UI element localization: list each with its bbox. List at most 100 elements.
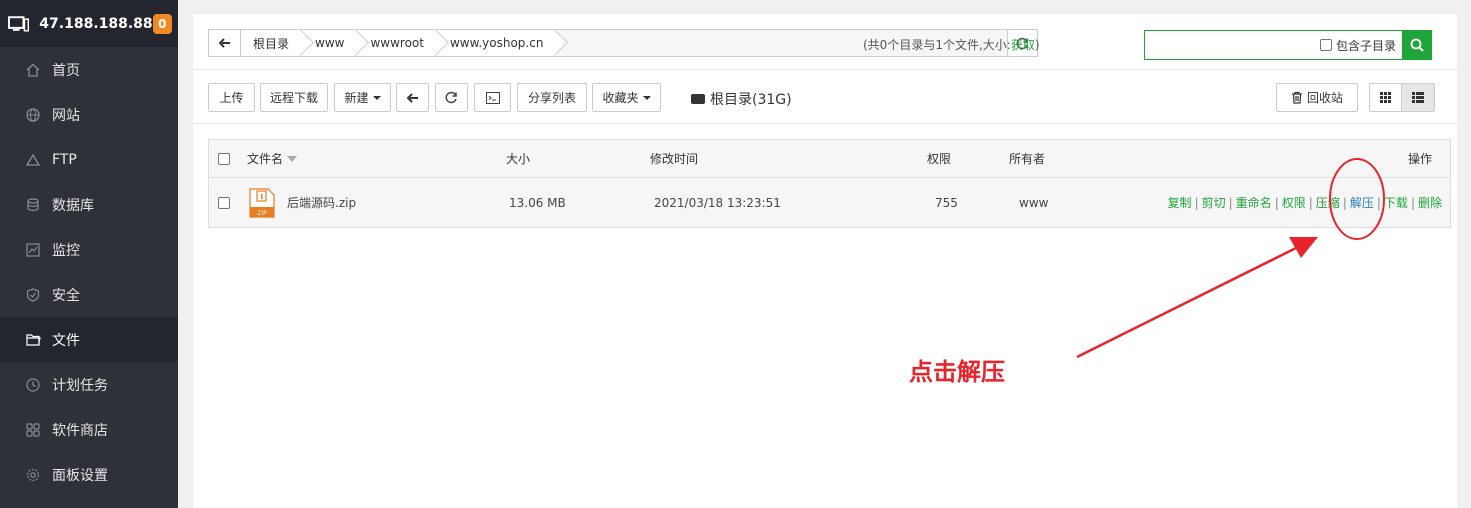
new-dropdown-button[interactable]: 新建 [334, 83, 391, 112]
select-all-checkbox[interactable] [218, 152, 230, 165]
breadcrumb-root[interactable]: 根目录 [241, 30, 304, 56]
column-perm: 权限 [927, 152, 952, 166]
divider [193, 69, 1457, 70]
file-manager-panel: 根目录 www wwwroot www.yoshop.cn (共0个目录与1个文… [193, 14, 1457, 508]
file-size: 13.06 MB [509, 195, 566, 210]
file-perm[interactable]: 755 [935, 178, 958, 227]
file-owner: www [1019, 195, 1049, 210]
monitor-icon [8, 15, 30, 31]
sidebar-item-website[interactable]: 网站 [0, 92, 178, 137]
monitor-chart-icon [25, 242, 41, 258]
table-row[interactable]: ZIP 后端源码.zip 13.06 MB 2021/03/18 13:23:5… [209, 178, 1450, 227]
sidebar-item-settings[interactable]: 面板设置 [0, 452, 178, 497]
svg-text:ZIP: ZIP [257, 210, 267, 217]
new-label: 新建 [344, 91, 369, 105]
path-back-button[interactable] [209, 30, 241, 56]
home-icon [25, 62, 41, 78]
server-header: 47.188.188.88 0 [0, 0, 178, 47]
separator: | [1376, 195, 1381, 210]
separator: | [1274, 195, 1279, 210]
get-size-link[interactable]: 获取 [1011, 38, 1035, 52]
op-delete[interactable]: 删除 [1418, 194, 1442, 211]
file-search: 包含子目录 [1144, 30, 1432, 60]
divider [193, 123, 1457, 124]
column-name-label: 文件名 [247, 152, 284, 166]
include-subdir-option[interactable]: 包含子目录 [1319, 37, 1396, 54]
caret-down-icon [372, 95, 381, 100]
sidebar-item-label: 计划任务 [52, 377, 108, 394]
sidebar: 47.188.188.88 0 首页 网站 FTP 数据库 监控 安全 文件 计… [0, 0, 178, 508]
separator: | [1228, 195, 1233, 210]
favorites-label: 收藏夹 [602, 91, 639, 105]
caret-down-icon [642, 95, 651, 100]
sidebar-item-ftp[interactable]: FTP [0, 137, 178, 182]
op-permission[interactable]: 权限 [1282, 194, 1306, 211]
recycle-bin-button[interactable]: 回收站 [1276, 83, 1358, 112]
search-input[interactable] [1145, 31, 1320, 59]
terminal-button[interactable] [474, 83, 511, 112]
sidebar-item-files[interactable]: 文件 [0, 317, 178, 362]
op-download[interactable]: 下载 [1384, 194, 1408, 211]
sidebar-item-monitor[interactable]: 监控 [0, 227, 178, 272]
sidebar-item-label: 网站 [52, 107, 80, 124]
op-extract[interactable]: 解压 [1350, 194, 1374, 211]
op-compress[interactable]: 压缩 [1316, 194, 1340, 211]
hard-drive-icon [691, 94, 705, 104]
op-rename[interactable]: 重命名 [1236, 194, 1272, 211]
annotation-text: 点击解压 [909, 358, 1005, 386]
separator: | [1194, 195, 1199, 210]
separator: | [1410, 195, 1415, 210]
column-name[interactable]: 文件名 [247, 140, 298, 177]
breadcrumb-wwwroot[interactable]: wwwroot [358, 30, 438, 56]
refresh-button[interactable] [435, 83, 468, 112]
op-cut[interactable]: 剪切 [1202, 194, 1226, 211]
list-view-button[interactable] [1401, 83, 1435, 112]
grid-view-icon [1380, 92, 1391, 103]
globe-icon [25, 107, 41, 123]
op-copy[interactable]: 复制 [1168, 194, 1192, 211]
gear-icon [25, 467, 41, 483]
sidebar-item-label: FTP [52, 151, 77, 168]
row-checkbox[interactable] [218, 196, 230, 209]
arrow-left-icon [218, 38, 230, 48]
sidebar-item-label: 数据库 [52, 197, 94, 214]
remote-download-button[interactable]: 远程下载 [260, 83, 328, 112]
list-view-icon [1412, 92, 1424, 103]
search-button[interactable] [1402, 30, 1432, 60]
include-subdir-checkbox[interactable] [1319, 39, 1332, 51]
disk-selector[interactable]: 根目录(31G) [691, 89, 792, 109]
sidebar-item-label: 安全 [52, 287, 80, 304]
back-button[interactable] [396, 83, 429, 112]
breadcrumb-label: www.yoshop.cn [449, 36, 544, 50]
database-icon [25, 197, 41, 213]
file-name-cell[interactable]: ZIP 后端源码.zip [249, 178, 356, 227]
breadcrumb-site[interactable]: www.yoshop.cn [437, 30, 558, 56]
breadcrumb-label: www [315, 36, 345, 50]
sidebar-item-home[interactable]: 首页 [0, 47, 178, 92]
sidebar-item-cron[interactable]: 计划任务 [0, 362, 178, 407]
notification-badge[interactable]: 0 [152, 13, 172, 34]
file-table: 文件名 大小 修改时间 权限 所有者 操作 ZIP 后端源码.zip 13.06… [208, 139, 1451, 228]
sidebar-item-label: 面板设置 [52, 467, 108, 484]
terminal-icon [485, 91, 500, 104]
server-ip: 47.188.188.88 [39, 15, 153, 32]
sidebar-item-store[interactable]: 软件商店 [0, 407, 178, 452]
folder-icon [25, 332, 41, 348]
upload-button[interactable]: 上传 [208, 83, 255, 112]
grid-view-button[interactable] [1369, 83, 1402, 112]
favorites-dropdown-button[interactable]: 收藏夹 [592, 83, 661, 112]
share-list-button[interactable]: 分享列表 [517, 83, 587, 112]
directory-summary: (共0个目录与1个文件,大小:获取) [863, 36, 1040, 53]
recycle-bin-label: 回收站 [1306, 91, 1343, 105]
file-operations: 复制 | 剪切 | 重命名 | 权限 | 压缩 | 解压 | 下载 | 删除 [1168, 178, 1442, 227]
column-mtime[interactable]: 修改时间 [650, 140, 698, 177]
sidebar-item-security[interactable]: 安全 [0, 272, 178, 317]
column-size[interactable]: 大小 [506, 140, 530, 177]
separator: | [1342, 195, 1347, 210]
clock-icon [25, 377, 41, 393]
file-mtime: 2021/03/18 13:23:51 [654, 195, 781, 210]
row-select-cell [218, 178, 234, 227]
sidebar-item-database[interactable]: 数据库 [0, 182, 178, 227]
summary-suffix: ) [1034, 38, 1040, 52]
include-subdir-label: 包含子目录 [1335, 38, 1396, 53]
